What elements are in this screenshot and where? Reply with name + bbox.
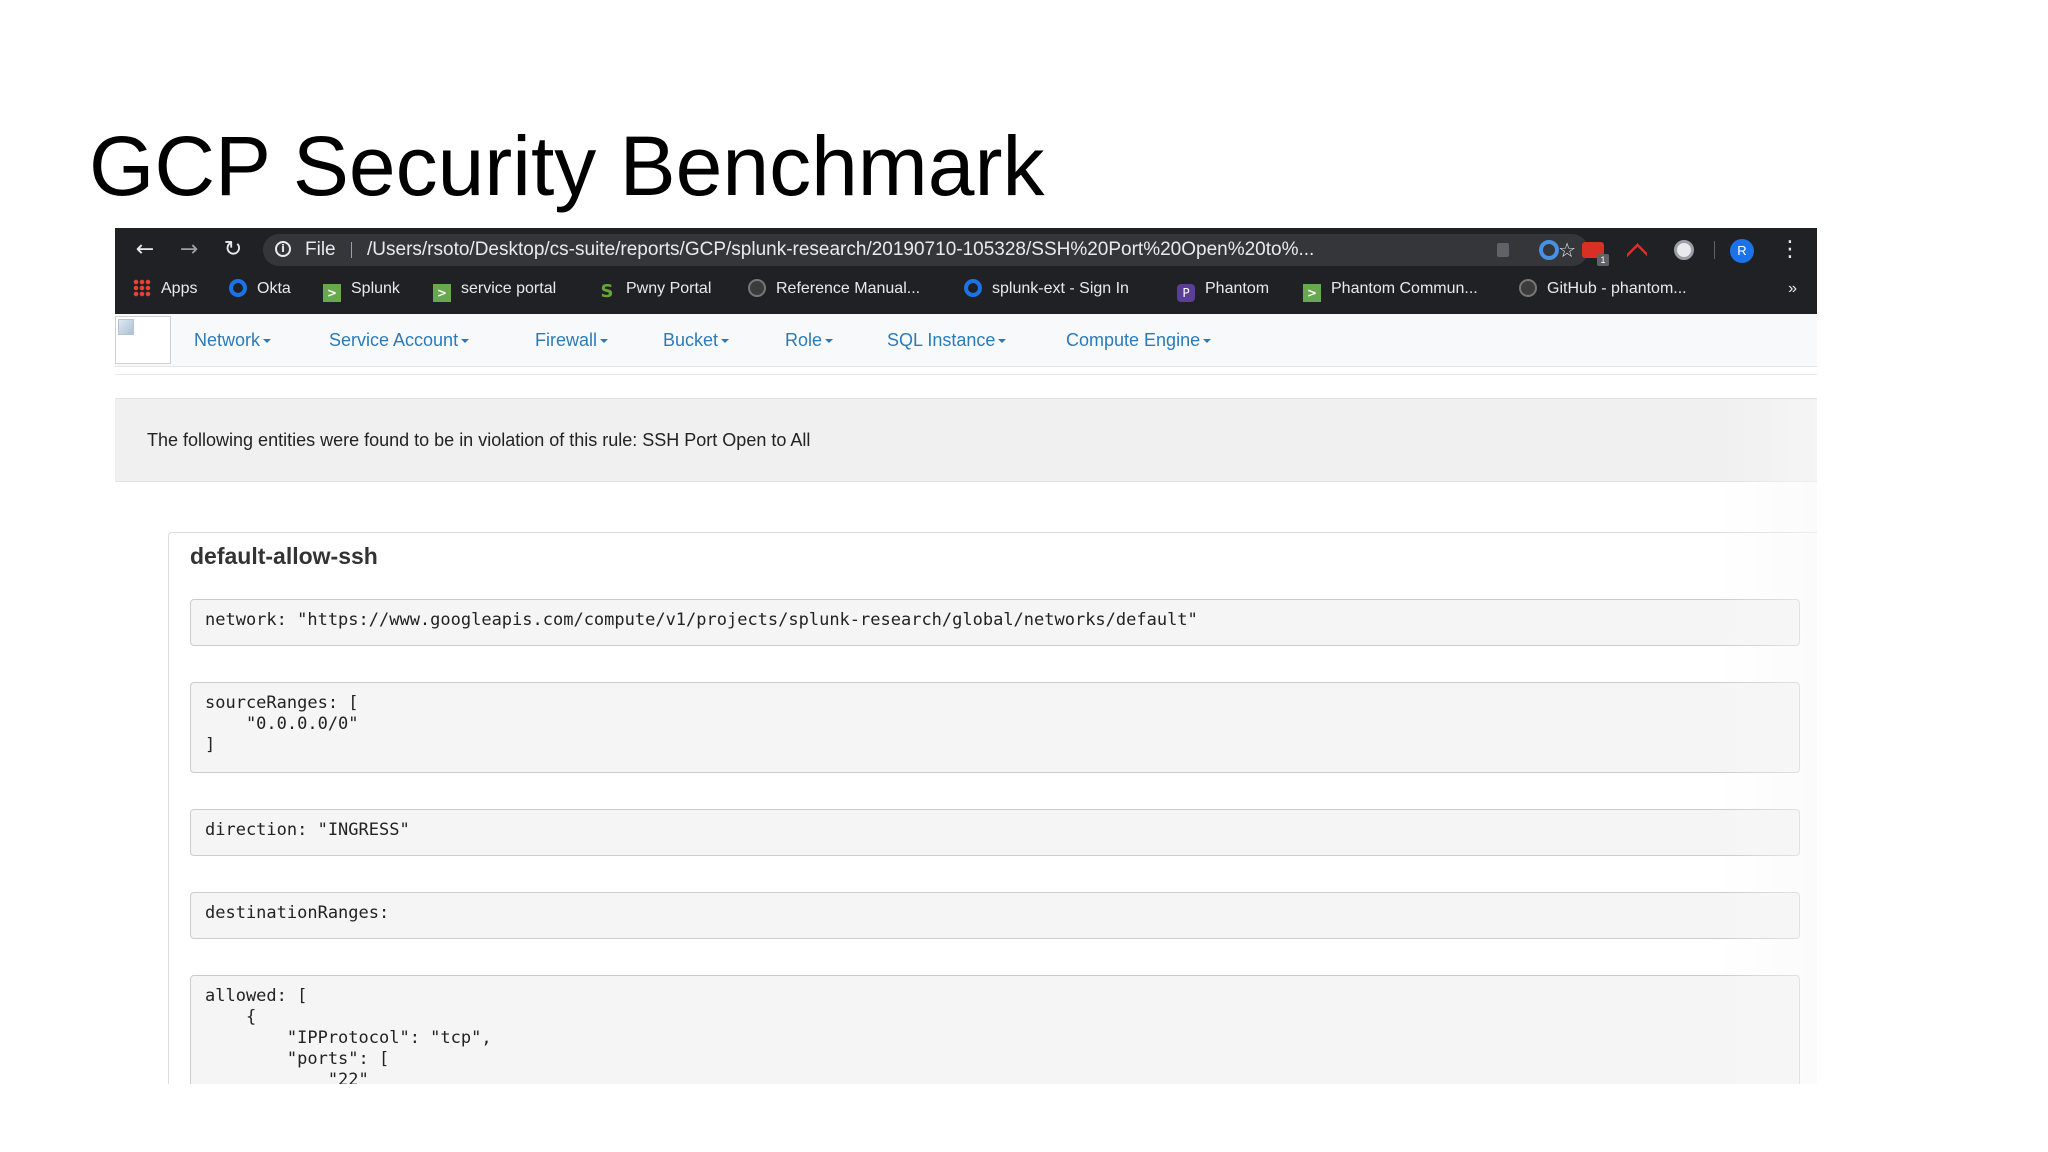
caret-down-icon — [461, 339, 470, 343]
allowed-code-block: allowed: [ { "IPProtocol": "tcp", "ports… — [190, 975, 1800, 1084]
splunk-green-icon: > — [323, 284, 341, 302]
github-icon — [1519, 279, 1537, 297]
bookmarks-overflow-icon[interactable]: » — [1788, 272, 1797, 306]
nav-label: Firewall — [535, 330, 598, 350]
bookmark-label: Apps — [161, 280, 198, 297]
nav-bucket[interactable]: Bucket — [663, 314, 730, 366]
extension-circle-icon[interactable] — [1674, 240, 1694, 260]
entity-card: default-allow-ssh network: "https://www.… — [168, 532, 1817, 1084]
destination-ranges-code-block: destinationRanges: — [190, 892, 1800, 939]
caret-down-icon — [1203, 339, 1212, 343]
bookmarks-bar: Apps Okta > Splunk > service portal S Pwny … — [115, 272, 1817, 314]
bookmark-label: Pwny Portal — [626, 280, 712, 297]
caret-down-icon — [721, 339, 730, 343]
slide: GCP Security Benchmark ← → ↻ i File /Use… — [0, 0, 2048, 1152]
nav-compute-engine[interactable]: Compute Engine — [1066, 314, 1212, 366]
bookmark-apps[interactable]: Apps — [133, 272, 197, 306]
bookmark-reference-manual[interactable]: Reference Manual... — [748, 272, 920, 306]
extension-arrow-icon[interactable] — [1627, 241, 1647, 259]
caret-down-icon — [825, 339, 834, 343]
bookmark-label: Phantom — [1205, 280, 1270, 297]
nav-label: Network — [194, 330, 261, 350]
bookmark-label: Okta — [257, 280, 291, 297]
back-icon[interactable]: ← — [131, 228, 159, 272]
bookmark-star-icon[interactable]: ☆ — [1558, 234, 1576, 266]
bookmark-splunk[interactable]: > Splunk — [323, 272, 400, 306]
nav-label: Service Account — [329, 330, 459, 350]
reload-icon[interactable]: ↻ — [219, 228, 247, 272]
network-code-block: network: "https://www.googleapis.com/com… — [190, 599, 1800, 646]
extension-badge: 1 — [1597, 254, 1609, 266]
bookmark-github-phantom[interactable]: GitHub - phantom... — [1519, 272, 1687, 306]
splunk-s-icon: S — [600, 281, 614, 302]
green-arrow-icon: > — [1303, 284, 1321, 302]
bookmark-label: GitHub - phantom... — [1547, 280, 1687, 297]
bookmark-label: splunk-ext - Sign In — [992, 280, 1129, 297]
caret-down-icon — [998, 339, 1007, 343]
okta-icon — [229, 279, 247, 297]
profile-avatar[interactable]: R — [1730, 239, 1754, 263]
nav-label: Role — [785, 330, 823, 350]
bookmark-label: Splunk — [351, 280, 400, 297]
nav-sql-instance[interactable]: SQL Instance — [887, 314, 1007, 366]
github-icon — [748, 279, 766, 297]
file-scheme-label: File — [305, 239, 336, 260]
nav-role[interactable]: Role — [785, 314, 834, 366]
phantom-icon: P — [1177, 284, 1195, 302]
bookmark-label: Phantom Commun... — [1331, 280, 1478, 297]
bookmark-label: Reference Manual... — [776, 280, 921, 297]
bookmark-okta[interactable]: Okta — [229, 272, 291, 306]
divider — [115, 374, 1817, 375]
okta-icon — [964, 279, 982, 297]
page-content: Network Service Account Firewall Bucket … — [115, 314, 1817, 1084]
info-icon[interactable]: i — [275, 241, 291, 257]
violation-alert: The following entities were found to be … — [115, 398, 1817, 482]
alert-text: The following entities were found to be … — [147, 430, 811, 450]
bookmark-phantom-community[interactable]: > Phantom Commun... — [1303, 272, 1478, 306]
bookmark-splunk-ext[interactable]: splunk-ext - Sign In — [964, 272, 1129, 306]
screenshot-cutoff — [0, 1084, 2048, 1152]
green-arrow-icon: > — [433, 284, 451, 302]
nav-label: SQL Instance — [887, 330, 996, 350]
nav-label: Compute Engine — [1066, 330, 1201, 350]
nav-network[interactable]: Network — [194, 314, 272, 366]
apps-grid-icon — [133, 279, 151, 297]
bookmark-phantom[interactable]: P Phantom — [1177, 272, 1269, 306]
source-ranges-code-block: sourceRanges: [ "0.0.0.0/0" ] — [190, 682, 1800, 773]
direction-code-block: direction: "INGRESS" — [190, 809, 1800, 856]
browser-toolbar: ← → ↻ i File /Users/rsoto/Desktop/cs-sui… — [115, 228, 1817, 272]
report-navbar: Network Service Account Firewall Bucket … — [115, 314, 1817, 367]
nav-firewall[interactable]: Firewall — [535, 314, 609, 366]
extension-okta-icon[interactable] — [1539, 240, 1559, 260]
bookmark-pwny-portal[interactable]: S Pwny Portal — [598, 272, 712, 306]
bookmark-service-portal[interactable]: > service portal — [433, 272, 556, 306]
broken-logo-image[interactable] — [115, 316, 171, 364]
bookmark-label: service portal — [461, 280, 557, 297]
toolbar-divider — [1714, 241, 1715, 259]
forward-icon[interactable]: → — [175, 228, 203, 272]
entity-title: default-allow-ssh — [190, 543, 378, 569]
nav-service-account[interactable]: Service Account — [329, 314, 470, 366]
extension-puzzle-icon[interactable] — [1497, 243, 1509, 257]
address-separator — [351, 242, 352, 258]
caret-down-icon — [600, 339, 609, 343]
address-bar[interactable]: i File /Users/rsoto/Desktop/cs-suite/rep… — [263, 234, 1588, 266]
slide-title: GCP Security Benchmark — [89, 119, 1045, 213]
address-url[interactable]: /Users/rsoto/Desktop/cs-suite/reports/GC… — [367, 234, 1314, 266]
browser-menu-icon[interactable]: ⋮ — [1779, 228, 1801, 272]
caret-down-icon — [263, 339, 272, 343]
browser-screenshot: ← → ↻ i File /Users/rsoto/Desktop/cs-sui… — [115, 228, 1817, 1084]
nav-label: Bucket — [663, 330, 719, 350]
